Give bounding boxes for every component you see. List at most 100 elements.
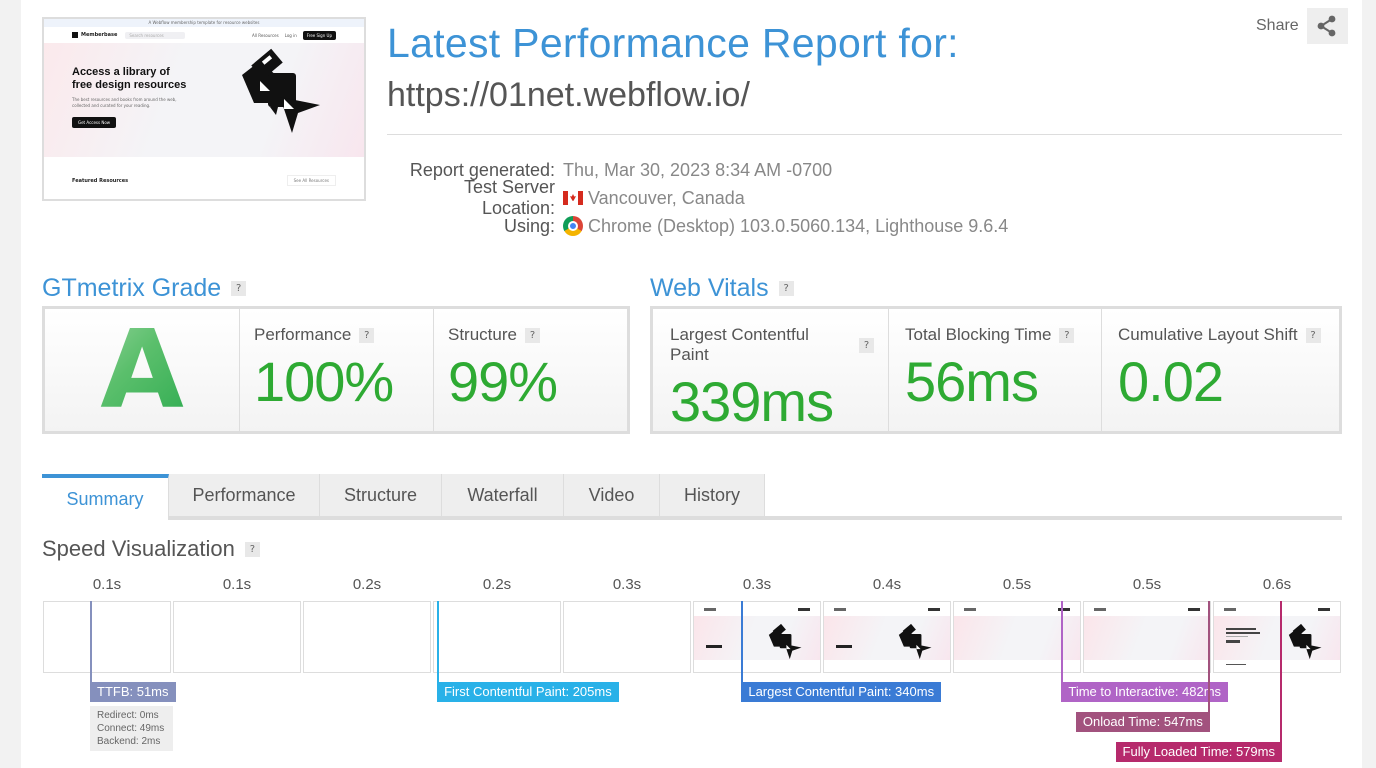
ttfb-breakdown: Redirect: 0ms Connect: 49ms Backend: 2ms	[90, 706, 173, 751]
share-control[interactable]: Share	[1256, 8, 1348, 44]
frame-time-label: 0.1s	[92, 576, 122, 593]
thumb-search: Search resources	[125, 31, 186, 39]
filmstrip-frame[interactable]	[823, 601, 951, 673]
marker-label[interactable]: TTFB: 51ms	[90, 682, 176, 702]
frame-time-label: 0.6s	[1262, 576, 1292, 593]
speed-visualization-heading: Speed Visualization ?	[42, 536, 260, 562]
help-icon[interactable]: ?	[778, 281, 794, 296]
report-url[interactable]: https://01net.webflow.io/	[387, 76, 750, 115]
web-vitals-panel: Largest Contentful Paint? 339ms Total Bl…	[650, 306, 1342, 434]
marker-line	[437, 601, 440, 694]
filmstrip-frame[interactable]	[563, 601, 691, 673]
header-divider	[387, 134, 1342, 135]
help-icon[interactable]: ?	[231, 281, 247, 296]
ttfb-breakdown-item: Backend: 2ms	[97, 736, 161, 747]
lcp-cell: Largest Contentful Paint? 339ms	[653, 309, 889, 433]
speed-visualization-filmstrip: 0.1s 0.1s 0.2s 0.2s 0.3s 0.3s 0.4s 0.5s 0.5s 0.6s…	[43, 576, 1343, 766]
tbt-cell: Total Blocking Time? 56ms	[889, 309, 1102, 431]
marker-label[interactable]: First Contentful Paint: 205ms	[437, 682, 619, 702]
frame-time-label: 0.5s	[1132, 576, 1162, 593]
frame-time-label: 0.4s	[872, 576, 902, 593]
filmstrip-frame[interactable]	[693, 601, 821, 673]
tab-video[interactable]: Video	[564, 474, 660, 516]
marker-label[interactable]: Time to Interactive: 482ms	[1061, 682, 1229, 702]
thumb-signup: Free Sign Up	[302, 30, 336, 40]
web-vitals-heading: Web Vitals ?	[650, 274, 794, 303]
share-label: Share	[1256, 17, 1299, 34]
help-icon[interactable]: ?	[359, 327, 375, 343]
help-icon[interactable]: ?	[244, 541, 260, 557]
tab-summary[interactable]: Summary	[42, 474, 169, 520]
tbt-label: Total Blocking Time	[905, 325, 1052, 344]
gtmetrix-grade-panel: A Performance? 100% Structure? 99%	[42, 306, 630, 434]
meta-value: Chrome (Desktop) 103.0.5060.134, Lightho…	[588, 215, 1009, 236]
canada-flag-icon	[563, 191, 583, 205]
gtmetrix-grade-title: GTmetrix Grade	[42, 274, 222, 302]
thumb-nav-link: Log in	[284, 32, 297, 38]
help-icon[interactable]: ?	[859, 337, 874, 353]
thumb-banner: A Webflow membership template for resour…	[44, 19, 364, 27]
filmstrip-frame[interactable]	[303, 601, 431, 673]
frame-time-label: 0.3s	[612, 576, 642, 593]
frame-time-label: 0.2s	[482, 576, 512, 593]
filmstrip-frame[interactable]	[43, 601, 171, 673]
thumb-nav-link: All Resources	[252, 32, 279, 38]
marker-line	[90, 601, 92, 694]
frame-time-label: 0.1s	[222, 576, 252, 593]
report-tabs: Summary Performance Structure Waterfall …	[42, 474, 1342, 520]
performance-label: Performance	[254, 325, 352, 344]
marker-line	[1061, 601, 1064, 694]
marker-line	[741, 601, 744, 694]
marker-label[interactable]: Onload Time: 547ms	[1075, 712, 1210, 732]
cls-cell: Cumulative Layout Shift? 0.02	[1102, 309, 1339, 431]
marker-line	[1207, 601, 1210, 724]
meta-row-server-location: Test Server Location: Vancouver, Canada	[387, 177, 1008, 218]
help-icon[interactable]: ?	[1059, 327, 1075, 343]
cls-value: 0.02	[1118, 350, 1224, 413]
tab-performance[interactable]: Performance	[169, 474, 320, 516]
thumb-logo: Memberbase	[72, 32, 117, 38]
left-gutter	[0, 0, 21, 768]
thumb-featured: Featured Resources See All Resources	[44, 157, 364, 186]
filmstrip-frame[interactable]	[1213, 601, 1341, 673]
filmstrip-frame[interactable]	[173, 601, 301, 673]
performance-score: 100%	[254, 350, 394, 413]
grade-letter-cell: A	[45, 308, 240, 433]
marker-line	[1280, 601, 1282, 754]
structure-label: Structure	[448, 325, 517, 344]
right-scrollbar-track[interactable]	[1362, 0, 1376, 768]
share-button[interactable]	[1306, 8, 1348, 44]
site-screenshot-thumbnail: A Webflow membership template for resour…	[42, 17, 366, 201]
help-icon[interactable]: ?	[524, 327, 540, 343]
tbt-value: 56ms	[905, 350, 1039, 413]
tab-waterfall[interactable]: Waterfall	[442, 474, 564, 516]
meta-value: Vancouver, Canada	[588, 187, 745, 208]
marker-label[interactable]: Fully Loaded Time: 579ms	[1115, 742, 1282, 762]
frame-time-label: 0.3s	[742, 576, 772, 593]
structure-score: 99%	[448, 350, 558, 413]
filmstrip-frame[interactable]	[433, 601, 561, 673]
meta-key: Using:	[503, 215, 555, 236]
meta-value: Thu, Mar 30, 2023 8:34 AM -0700	[563, 159, 833, 180]
thumb-hero-graphic	[242, 48, 320, 133]
share-icon	[1317, 15, 1336, 37]
frame-time-label: 0.2s	[352, 576, 382, 593]
tab-history[interactable]: History	[660, 474, 765, 516]
speed-visualization-title: Speed Visualization	[42, 536, 235, 561]
cls-label: Cumulative Layout Shift	[1118, 325, 1298, 344]
chrome-icon	[563, 216, 583, 236]
filmstrip-frame[interactable]	[1083, 601, 1211, 673]
performance-score-cell: Performance? 100%	[240, 309, 434, 431]
frame-time-label: 0.5s	[1002, 576, 1032, 593]
tab-structure[interactable]: Structure	[320, 474, 442, 516]
meta-row-using: Using: Chrome (Desktop) 103.0.5060.134, …	[387, 212, 1008, 240]
help-icon[interactable]: ?	[1305, 327, 1321, 343]
marker-label[interactable]: Largest Contentful Paint: 340ms	[741, 682, 942, 702]
web-vitals-title: Web Vitals	[650, 274, 769, 302]
thumb-hero: Access a library of free design resources…	[44, 43, 364, 157]
lcp-label: Largest Contentful Paint	[670, 325, 809, 364]
lcp-value: 339ms	[670, 370, 834, 433]
ttfb-breakdown-item: Redirect: 0ms	[97, 710, 159, 721]
thumb-nav: Memberbase Search resources All Resource…	[44, 27, 364, 43]
gtmetrix-grade-heading: GTmetrix Grade ?	[42, 274, 247, 303]
